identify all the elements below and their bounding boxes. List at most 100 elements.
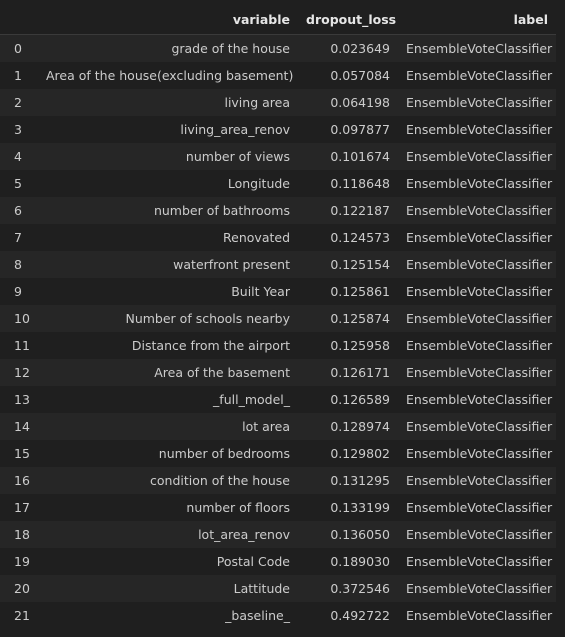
row-index: 14 (14, 419, 30, 434)
dropout-loss-cell: 0.126589 (330, 392, 390, 407)
label-cell: EnsembleVoteClassifier (406, 149, 553, 164)
dropout-loss-cell: 0.126171 (330, 365, 390, 380)
label-cell: EnsembleVoteClassifier (406, 554, 553, 569)
dropout-loss-cell: 0.136050 (330, 527, 390, 542)
row-index: 6 (14, 203, 22, 218)
variable-cell: Postal Code (216, 554, 290, 569)
row-index: 15 (14, 446, 30, 461)
row-index: 9 (14, 284, 22, 299)
label-cell: EnsembleVoteClassifier (406, 581, 553, 596)
variable-cell: living area (224, 95, 290, 110)
variable-cell: Lattitude (233, 581, 290, 596)
table-row: 4 number of views 0.101674 EnsembleVoteClas… (0, 143, 556, 170)
variable-cell: lot_area_renov (198, 527, 290, 542)
table-row: 8 waterfront present 0.125154 EnsembleVoteC… (0, 251, 556, 278)
dropout-loss-cell: 0.125154 (330, 257, 390, 272)
dropout-loss-cell: 0.125958 (330, 338, 390, 353)
header-row: variable dropout_loss label (0, 6, 556, 35)
variable-cell: waterfront present (173, 257, 290, 272)
label-cell: EnsembleVoteClassifier (406, 392, 553, 407)
dropout-loss-cell: 0.125861 (330, 284, 390, 299)
variable-cell: grade of the house (171, 41, 290, 56)
row-index: 0 (14, 41, 22, 56)
variable-cell: _baseline_ (225, 608, 290, 623)
dropout-loss-cell: 0.023649 (330, 41, 390, 56)
row-index: 7 (14, 230, 22, 245)
table-row: 10 Number of schools nearby 0.125874 Ensemb… (0, 305, 556, 332)
label-cell: EnsembleVoteClassifier (406, 500, 553, 515)
row-index: 18 (14, 527, 30, 542)
variable-cell: living_area_renov (180, 122, 290, 137)
label-cell: EnsembleVoteClassifier (406, 527, 553, 542)
dropout-loss-cell: 0.133199 (330, 500, 390, 515)
dropout-loss-cell: 0.125874 (330, 311, 390, 326)
dropout-loss-cell: 0.131295 (330, 473, 390, 488)
row-index: 3 (14, 122, 22, 137)
variable-cell: Number of schools nearby (125, 311, 290, 326)
row-index: 17 (14, 500, 30, 515)
table-body: 0 grade of the house 0.023649 EnsembleVoteC… (0, 34, 556, 629)
row-index: 12 (14, 365, 30, 380)
variable-cell: Longitude (227, 176, 290, 191)
dropout-loss-column-header: dropout_loss (298, 6, 398, 35)
label-cell: EnsembleVoteClassifier (406, 284, 553, 299)
label-cell: EnsembleVoteClassifier (406, 608, 553, 623)
row-index: 2 (14, 95, 22, 110)
dataframe-output: variable dropout_loss label 0 grade of th… (0, 6, 556, 629)
table-row: 6 number of bathrooms 0.122187 EnsembleVote… (0, 197, 556, 224)
dropout-loss-cell: 0.057084 (330, 68, 390, 83)
label-cell: EnsembleVoteClassifier (406, 203, 553, 218)
row-index: 20 (14, 581, 30, 596)
row-index: 11 (14, 338, 30, 353)
row-index: 16 (14, 473, 30, 488)
row-index: 19 (14, 554, 30, 569)
index-column-header (0, 6, 38, 35)
variable-cell: number of bathrooms (153, 203, 290, 218)
label-cell: EnsembleVoteClassifier (406, 257, 553, 272)
dropout-loss-cell: 0.118648 (330, 176, 390, 191)
dropout-loss-cell: 0.101674 (330, 149, 390, 164)
row-index: 4 (14, 149, 22, 164)
table-row: 12 Area of the basement 0.126171 EnsembleVo… (0, 359, 556, 386)
variable-cell: Distance from the airport (131, 338, 290, 353)
table-row: 1 Area of the house(excluding basement) 0.… (0, 62, 556, 89)
label-cell: EnsembleVoteClassifier (406, 122, 553, 137)
table-row: 0 grade of the house 0.023649 EnsembleVoteC… (0, 34, 556, 62)
label-cell: EnsembleVoteClassifier (406, 419, 553, 434)
dropout-loss-cell: 0.189030 (330, 554, 390, 569)
table-row: 2 living area 0.064198 EnsembleVoteClassifi… (0, 89, 556, 116)
dropout-loss-cell: 0.124573 (330, 230, 390, 245)
label-cell: EnsembleVoteClassifier (406, 41, 553, 56)
variable-cell: Area of the house(excluding basement) (46, 68, 294, 83)
label-cell: EnsembleVoteClassifier (406, 95, 553, 110)
label-column-header: label (398, 6, 556, 35)
table-row: 11 Distance from the airport 0.125958 Ensem… (0, 332, 556, 359)
dataframe-table: variable dropout_loss label 0 grade of th… (0, 6, 556, 629)
table-row: 16 condition of the house 0.131295 Ensemble… (0, 467, 556, 494)
dropout-loss-cell: 0.122187 (330, 203, 390, 218)
row-index: 13 (14, 392, 30, 407)
label-cell: EnsembleVoteClassifier (406, 365, 553, 380)
table-row: 21 _baseline_ 0.492722 EnsembleVoteClassifi… (0, 602, 556, 629)
label-cell: EnsembleVoteClassifier (406, 176, 553, 191)
variable-column-header: variable (38, 6, 298, 35)
table-row: 15 number of bedrooms 0.129802 EnsembleVote… (0, 440, 556, 467)
dropout-loss-cell: 0.128974 (330, 419, 390, 434)
label-cell: EnsembleVoteClassifier (406, 338, 553, 353)
table-row: 18 lot_area_renov 0.136050 EnsembleVoteClas… (0, 521, 556, 548)
variable-cell: Renovated (223, 230, 290, 245)
variable-cell: lot area (242, 419, 290, 434)
row-index: 1 (14, 68, 22, 83)
dropout-loss-cell: 0.064198 (330, 95, 390, 110)
table-row: 14 lot area 0.128974 EnsembleVoteClassifier (0, 413, 556, 440)
table-row: 13 _full_model_ 0.126589 EnsembleVoteClassi… (0, 386, 556, 413)
label-cell: EnsembleVoteClassifier (406, 230, 553, 245)
dropout-loss-cell: 0.097877 (330, 122, 390, 137)
label-cell: EnsembleVoteClassifier (406, 446, 553, 461)
table-row: 7 Renovated 0.124573 EnsembleVoteClassifier (0, 224, 556, 251)
label-cell: EnsembleVoteClassifier (406, 68, 553, 83)
dropout-loss-cell: 0.372546 (330, 581, 390, 596)
table-row: 20 Lattitude 0.372546 EnsembleVoteClassifie… (0, 575, 556, 602)
table-row: 9 Built Year 0.125861 EnsembleVoteClassifie… (0, 278, 556, 305)
table-row: 17 number of floors 0.133199 EnsembleVoteCl… (0, 494, 556, 521)
